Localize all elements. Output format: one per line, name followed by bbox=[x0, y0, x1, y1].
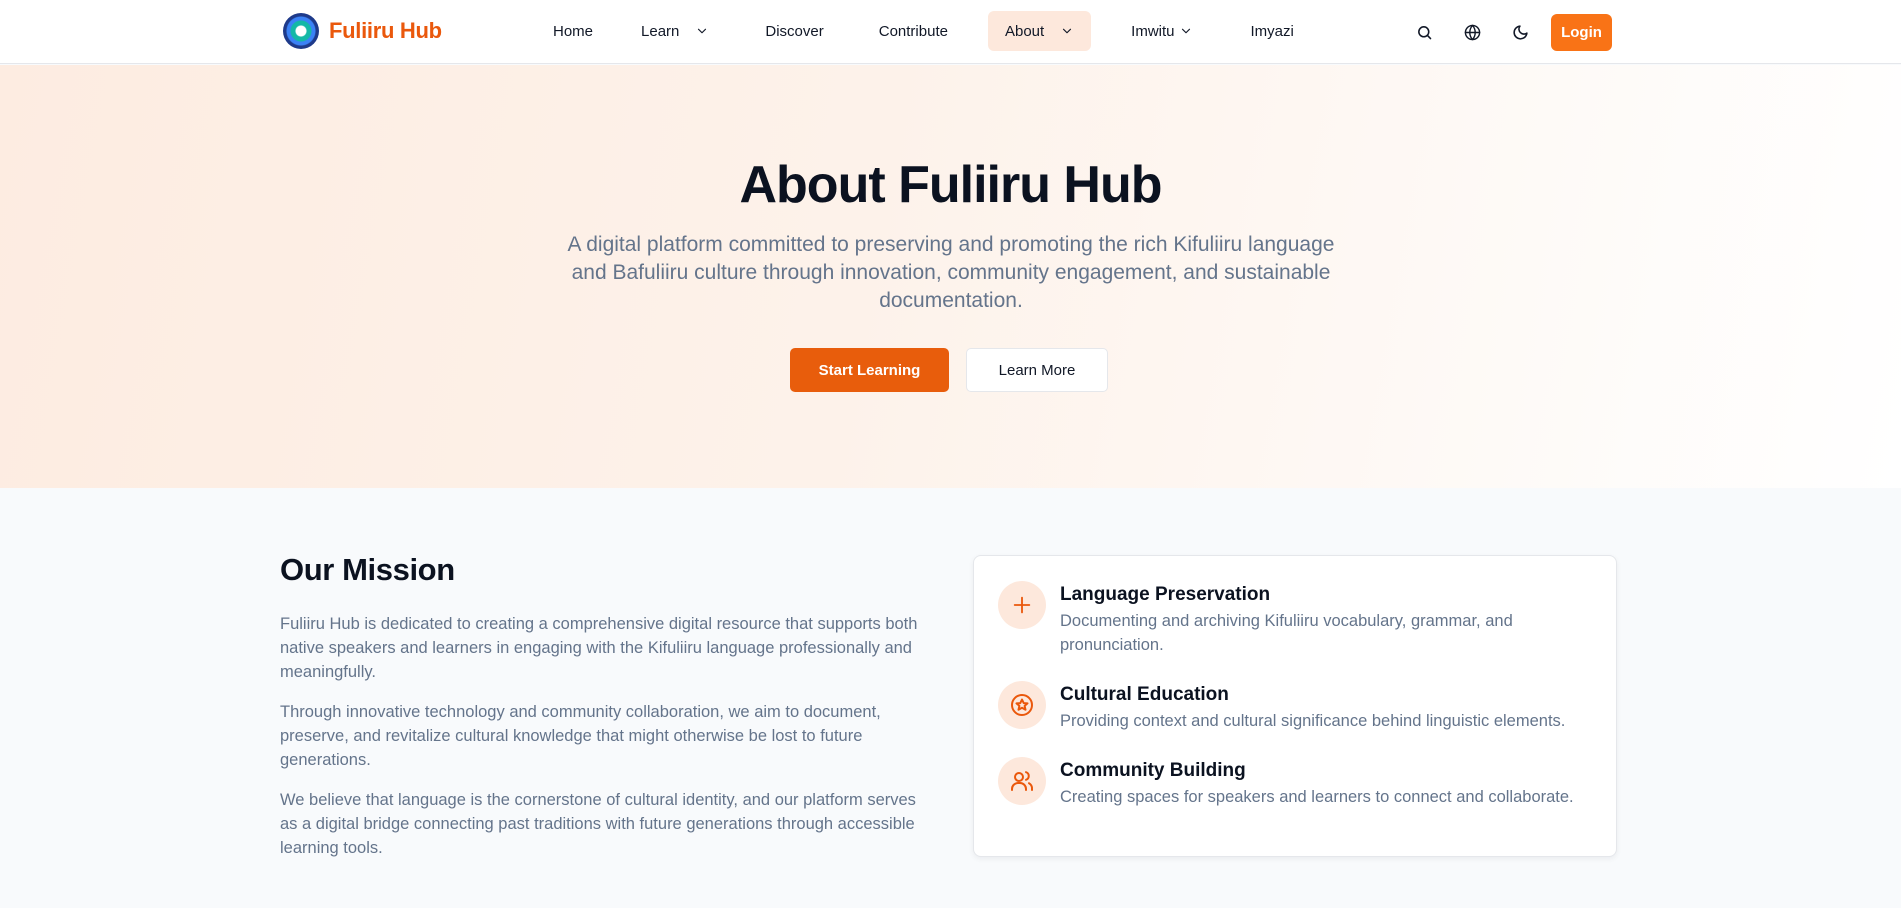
feature-description: Creating spaces for speakers and learner… bbox=[1060, 788, 1574, 806]
brand-name: Fuliiru Hub bbox=[329, 18, 442, 43]
feature-title: Community Building bbox=[1060, 760, 1246, 781]
search-button[interactable] bbox=[1404, 12, 1444, 52]
hero-actions: Start Learning Learn More bbox=[790, 348, 1108, 392]
feature-title: Cultural Education bbox=[1060, 684, 1229, 705]
hero-section: About Fuliiru Hub A digital platform com… bbox=[0, 65, 1901, 488]
logo-icon bbox=[283, 13, 319, 49]
nav-item-imyazi[interactable]: Imyazi bbox=[1234, 11, 1311, 51]
nav-item-label: Discover bbox=[765, 22, 824, 40]
mission-paragraph: We believe that language is the cornerst… bbox=[280, 791, 916, 857]
start-learning-button[interactable]: Start Learning bbox=[790, 348, 949, 392]
feature-icon-wrap bbox=[998, 681, 1046, 729]
nav-item-label: Imwitu bbox=[1131, 22, 1175, 40]
nav-item-label: Imyazi bbox=[1250, 22, 1294, 40]
feature-community-building: Community Building Creating spaces for s… bbox=[998, 757, 1600, 809]
header-actions: Login bbox=[1404, 12, 1612, 52]
star-badge-icon bbox=[1011, 694, 1033, 716]
feature-description: Providing context and cultural significa… bbox=[1060, 712, 1566, 730]
nav-item-label: Contribute bbox=[878, 22, 948, 40]
site-header: Fuliiru Hub Home Learn Discover Contribu… bbox=[0, 0, 1901, 64]
chevron-down-icon bbox=[698, 28, 707, 34]
mission-title: Our Mission bbox=[280, 552, 455, 587]
mission-paragraph: Fuliiru Hub is dedicated to creating a c… bbox=[280, 615, 918, 681]
globe-icon bbox=[1464, 24, 1480, 40]
login-button[interactable]: Login bbox=[1551, 13, 1612, 51]
chevron-down-icon bbox=[1063, 28, 1072, 34]
moon-icon bbox=[1512, 24, 1528, 40]
feature-description: Documenting and archiving Kifuliiru voca… bbox=[1060, 612, 1513, 654]
nav-item-label: Home bbox=[553, 22, 594, 40]
feature-icon-wrap bbox=[998, 581, 1046, 629]
nav-item-imwitu[interactable]: Imwitu bbox=[1114, 11, 1209, 51]
features-card: Language Preservation Documenting and ar… bbox=[973, 555, 1617, 857]
hero-subtitle: A digital platform committed to preservi… bbox=[567, 233, 1335, 312]
brand-logo[interactable]: Fuliiru Hub bbox=[283, 13, 442, 49]
feature-cultural-education: Cultural Education Providing context and… bbox=[998, 681, 1600, 733]
feature-title: Language Preservation bbox=[1060, 584, 1271, 605]
main-nav: Home Learn Discover Contribute About Imw… bbox=[536, 11, 1325, 51]
nav-item-contribute[interactable]: Contribute bbox=[862, 11, 965, 51]
nav-item-discover[interactable]: Discover bbox=[748, 11, 840, 51]
page-title: About Fuliiru Hub bbox=[739, 156, 1162, 214]
plus-icon bbox=[1013, 596, 1031, 614]
mission-paragraph: Through innovative technology and commun… bbox=[280, 703, 881, 769]
nav-item-home[interactable]: Home bbox=[536, 11, 610, 51]
search-icon bbox=[1417, 25, 1431, 39]
chevron-down-icon bbox=[1181, 28, 1190, 34]
theme-toggle-button[interactable] bbox=[1500, 12, 1540, 52]
learn-more-button[interactable]: Learn More bbox=[966, 348, 1108, 392]
feature-language-preservation: Language Preservation Documenting and ar… bbox=[998, 581, 1600, 657]
users-icon bbox=[1011, 771, 1033, 791]
mission-section: Our Mission Fuliiru Hub is dedicated to … bbox=[0, 488, 1901, 908]
nav-item-label: Learn bbox=[641, 22, 680, 40]
nav-item-about[interactable]: About bbox=[987, 11, 1092, 51]
nav-item-learn[interactable]: Learn bbox=[624, 11, 726, 51]
mission-text: Fuliiru Hub is dedicated to creating a c… bbox=[280, 612, 925, 876]
nav-item-label: About bbox=[1004, 22, 1045, 40]
language-button[interactable] bbox=[1452, 12, 1492, 52]
feature-icon-wrap bbox=[998, 757, 1046, 805]
